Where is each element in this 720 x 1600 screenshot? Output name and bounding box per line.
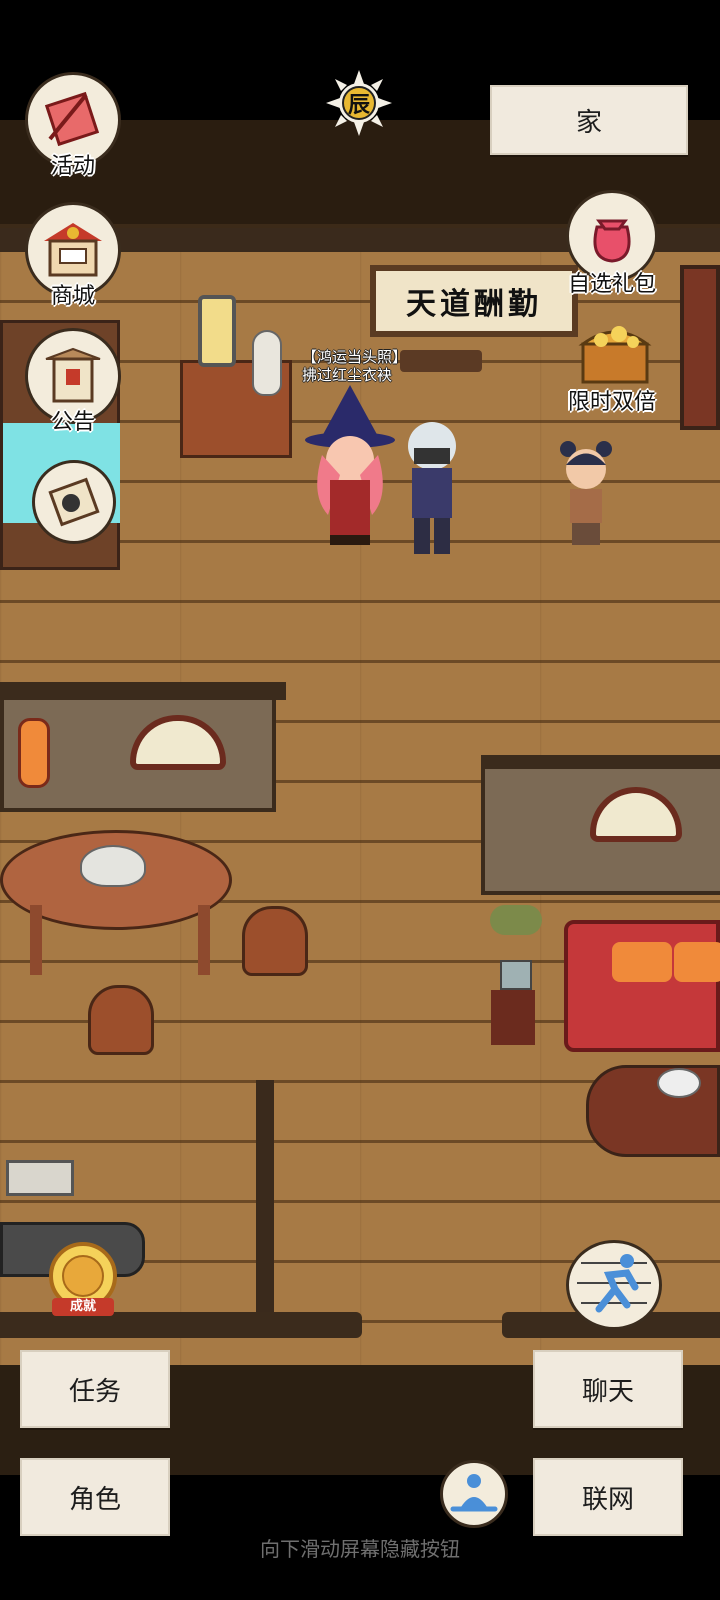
gift-pack-label: 自选礼包 <box>567 272 656 297</box>
achievement-button[interactable]: 成就 <box>42 1240 124 1320</box>
location-label[interactable]: 家 <box>490 85 688 155</box>
double-reward-label: 限时双倍 <box>567 390 656 415</box>
hide-buttons-hint: 向下滑动屏幕隐藏按钮 <box>260 1537 460 1561</box>
chat-label: 聊天 <box>581 1376 634 1407</box>
bonsai <box>490 905 542 993</box>
witch-character[interactable] <box>300 385 400 550</box>
task-label: 任务 <box>68 1376 121 1407</box>
running-person-icon <box>577 1254 651 1313</box>
character-label: 角色 <box>68 1484 121 1515</box>
task-button[interactable]: 任务 <box>20 1350 170 1428</box>
character-button[interactable]: 角色 <box>20 1458 170 1536</box>
teapot[interactable] <box>80 845 146 887</box>
double-reward-button[interactable] <box>575 318 655 386</box>
stool-1[interactable] <box>242 906 308 976</box>
low-stool <box>6 1160 74 1196</box>
online-button[interactable]: 联网 <box>533 1458 683 1536</box>
time-indicator[interactable]: 辰 <box>326 70 392 136</box>
character-title-line2: 拂过红尘衣袂 <box>302 366 393 384</box>
tea-tray-table[interactable] <box>586 1065 720 1157</box>
low-desk <box>400 350 482 372</box>
vase <box>252 330 282 396</box>
plaque: 天道酬勤 <box>370 265 578 337</box>
treasure-chest-icon <box>578 326 652 384</box>
left-room-top-trim <box>0 682 286 700</box>
game-scene: 天道酬勤 【鸿运当头照】 拂过红尘衣袂 辰 家 活动 商城 公告 自选礼包 限时… <box>0 0 720 1600</box>
meditation-icon <box>450 1474 498 1512</box>
ninja-character[interactable] <box>396 418 468 563</box>
time-label: 辰 <box>347 93 370 118</box>
character-title-line1: 【鸿运当头照】 <box>302 348 408 366</box>
gift-pouch-icon <box>593 219 631 263</box>
banner-flag-icon <box>44 91 100 147</box>
scroll-button[interactable] <box>32 460 116 544</box>
tea-table-legs <box>30 905 210 975</box>
shop-label: 商城 <box>50 284 95 309</box>
online-label: 联网 <box>581 1484 634 1515</box>
cabinet <box>680 265 720 430</box>
notice-board-icon <box>45 347 101 403</box>
lantern-lamp <box>198 295 236 367</box>
run-button[interactable] <box>566 1240 662 1330</box>
plaque-text: 天道酬勤 <box>406 287 542 322</box>
plant-stand <box>491 990 535 1045</box>
chat-button[interactable]: 聊天 <box>533 1350 683 1428</box>
hanging-lantern <box>18 718 50 788</box>
red-sofa[interactable] <box>564 920 720 1052</box>
location-text: 家 <box>575 107 602 138</box>
notice-label: 公告 <box>50 410 95 435</box>
achievement-label: 成就 <box>69 1299 96 1314</box>
child-npc[interactable] <box>556 437 616 552</box>
pillar <box>256 1080 274 1312</box>
stool-2[interactable] <box>88 985 154 1055</box>
activity-label: 活动 <box>50 154 95 179</box>
right-room-top-trim <box>481 755 720 769</box>
scroll-icon <box>48 477 100 527</box>
meditate-button[interactable] <box>440 1460 508 1528</box>
shop-stall-icon <box>44 223 102 277</box>
character-title: 【鸿运当头照】 拂过红尘衣袂 <box>302 348 407 384</box>
